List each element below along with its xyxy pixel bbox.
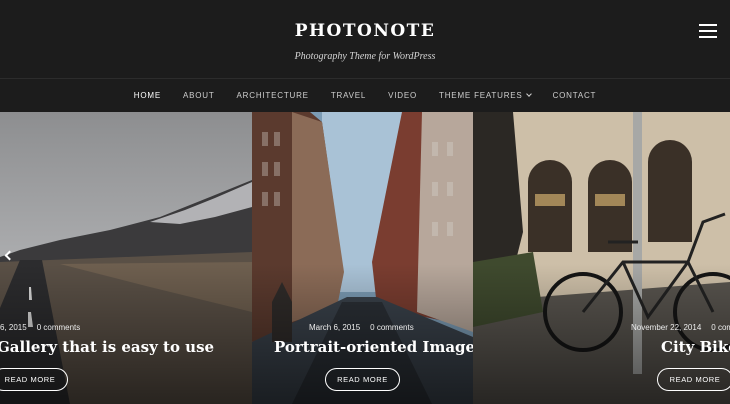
nav-item-contact[interactable]: CONTACT (542, 91, 608, 100)
post-comments[interactable]: 0 comments (37, 323, 81, 332)
hamburger-menu-icon[interactable] (699, 24, 717, 38)
post-date[interactable]: November 22, 2014 (631, 323, 701, 332)
slide-gallery[interactable]: 6, 2015 0 comments Gallery that is easy t… (0, 112, 252, 404)
slide-meta: November 22, 2014 0 comments (631, 323, 730, 332)
site-header: PHOTONOTE Photography Theme for WordPres… (0, 0, 730, 78)
post-date[interactable]: 6, 2015 (0, 323, 27, 332)
slide-meta: 6, 2015 0 comments (0, 323, 80, 332)
nav-item-theme-features[interactable]: THEME FEATURES (428, 91, 542, 100)
read-more-button[interactable]: READ MORE (0, 368, 68, 391)
slide-portrait[interactable]: March 6, 2015 0 comments Portrait-oriente… (252, 112, 473, 404)
slide-title[interactable]: City Bike (661, 338, 730, 356)
read-more-button[interactable]: READ MORE (657, 368, 730, 391)
site-title[interactable]: PHOTONOTE (0, 21, 730, 41)
nav-item-video[interactable]: VIDEO (377, 91, 428, 100)
chevron-down-icon (525, 91, 532, 97)
post-comments[interactable]: 0 comments (711, 323, 730, 332)
post-date[interactable]: March 6, 2015 (309, 323, 360, 332)
read-more-button[interactable]: READ MORE (325, 368, 400, 391)
nav-item-home[interactable]: HOME (123, 91, 172, 100)
slide-title[interactable]: Portrait-oriented Image (274, 338, 473, 356)
post-comments[interactable]: 0 comments (370, 323, 414, 332)
nav-item-about[interactable]: ABOUT (172, 91, 226, 100)
main-navigation: HOME ABOUT ARCHITECTURE TRAVEL VIDEO THE… (0, 78, 730, 112)
chevron-left-icon[interactable] (3, 250, 15, 261)
nav-item-architecture[interactable]: ARCHITECTURE (226, 91, 320, 100)
nav-item-theme-features-label: THEME FEATURES (439, 91, 523, 100)
slide-title[interactable]: Gallery that is easy to use (0, 338, 214, 356)
nav-item-travel[interactable]: TRAVEL (320, 91, 377, 100)
slide-meta: March 6, 2015 0 comments (309, 323, 414, 332)
featured-slider: 6, 2015 0 comments Gallery that is easy t… (0, 112, 730, 404)
site-tagline: Photography Theme for WordPress (294, 51, 436, 62)
slide-city-bike[interactable]: November 22, 2014 0 comments City Bike RE… (473, 112, 730, 404)
